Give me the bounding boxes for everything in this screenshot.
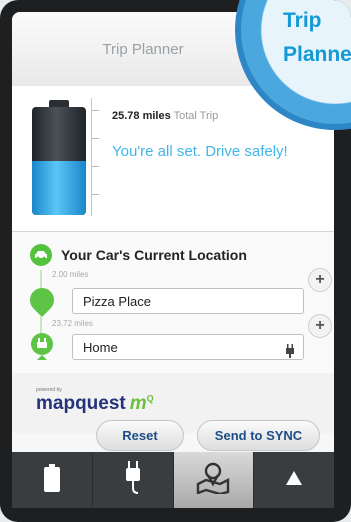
- scale-tick: [92, 110, 99, 111]
- mapquest-logo: mapquest mQ: [36, 393, 154, 415]
- battery-scale: [91, 98, 100, 216]
- battery-indicator: [32, 100, 86, 216]
- add-stop-button[interactable]: +: [308, 268, 332, 292]
- battery-fill: [32, 161, 86, 215]
- tab-bar: [12, 452, 334, 508]
- stop-distance: 23.72 miles: [52, 319, 93, 328]
- car-icon: [30, 244, 52, 266]
- stop-field-home[interactable]: Home: [72, 334, 304, 360]
- plug-pin-icon: [28, 332, 56, 362]
- plug-icon: [124, 460, 142, 500]
- header-title: Trip Planner: [102, 40, 184, 58]
- stop-name: Home: [83, 340, 118, 355]
- triangle-up-icon: [286, 470, 303, 490]
- battery-icon: [43, 463, 60, 497]
- battery-body: [32, 107, 86, 215]
- tab-map[interactable]: [173, 452, 255, 508]
- device-frame: Trip Planner 25.78 miles Total Trip You'…: [0, 0, 351, 522]
- distance-suffix: Total Trip: [173, 110, 219, 122]
- reset-button[interactable]: Reset: [96, 420, 184, 451]
- scale-tick: [92, 194, 99, 195]
- badge-title: Trip Planner: [283, 4, 351, 72]
- tab-more[interactable]: [254, 452, 334, 508]
- scale-tick: [92, 138, 99, 139]
- badge-line-2: Planner: [283, 43, 351, 66]
- status-message: You're all set. Drive safely!: [112, 143, 288, 160]
- map-pin-icon: [25, 283, 59, 317]
- map-pin-icon: [196, 462, 230, 499]
- locations-panel: Your Car's Current Location 2.00 miles P…: [12, 231, 334, 375]
- tab-battery[interactable]: [12, 452, 93, 508]
- current-location-title: Your Car's Current Location: [61, 247, 247, 263]
- badge-line-1: Trip: [283, 9, 322, 32]
- distance-value: 25.78 miles: [112, 110, 171, 122]
- mapquest-m: m: [129, 393, 147, 414]
- stop-distance: 2.00 miles: [52, 270, 89, 279]
- tab-charging[interactable]: [93, 452, 174, 508]
- current-location-header: Your Car's Current Location: [30, 244, 247, 266]
- mapquest-superscript: Q: [146, 393, 154, 404]
- add-stop-button[interactable]: +: [308, 314, 332, 338]
- total-trip-distance: 25.78 miles Total Trip: [112, 110, 218, 122]
- stop-field-pizza-place[interactable]: Pizza Place: [72, 288, 304, 314]
- send-to-sync-button[interactable]: Send to SYNC: [197, 420, 320, 451]
- scale-tick: [92, 166, 99, 167]
- mapquest-wordmark: mapquest: [36, 393, 126, 414]
- plug-icon: [285, 341, 295, 358]
